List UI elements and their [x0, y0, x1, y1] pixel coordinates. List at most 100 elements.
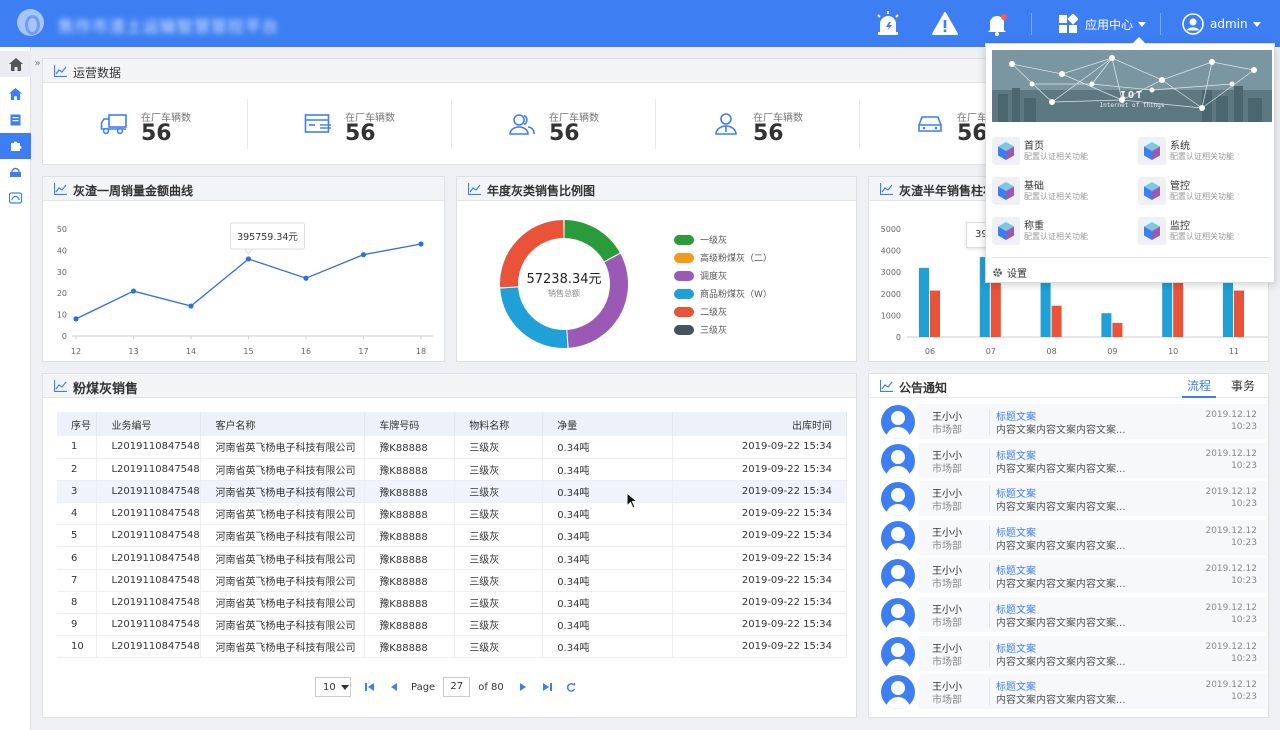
notice-item[interactable]: 王小小 市场部 标题文案 内容文案内容文案内容文案... 2019.12.12 10:23: [877, 558, 1267, 594]
notice-item[interactable]: 王小小 市场部 标题文案 内容文案内容文案内容文案... 2019.12.12 10:23: [877, 519, 1267, 556]
page-input[interactable]: 27: [443, 677, 471, 697]
table-row[interactable]: 10 L2019110847548 河南省英飞杨电子科技有限公司 豫K88888 三级灰…: [57, 635, 847, 659]
nav-plugins[interactable]: [0, 133, 31, 159]
table-row[interactable]: 6 L2019110847548 河南省英飞杨电子科技有限公司 豫K88888 三级灰 0…: [57, 546, 847, 570]
bar[interactable]: [1101, 313, 1112, 337]
page-size-select[interactable]: 10: [315, 677, 351, 697]
bar[interactable]: [1173, 278, 1184, 337]
bar[interactable]: [1234, 290, 1244, 337]
bar[interactable]: [990, 278, 1001, 337]
table-row[interactable]: 9 L2019110847548 河南省英飞杨电子科技有限公司 豫K88888 三级灰 0…: [57, 613, 847, 637]
table-cell: L2019110847548: [96, 436, 202, 459]
notice-dept: 市场部: [932, 618, 962, 629]
app-center-button[interactable]: 应用中心: [1058, 12, 1147, 36]
line-point[interactable]: [360, 252, 367, 258]
table-cell: 豫K88888: [364, 502, 456, 526]
legend-item[interactable]: 二级灰: [674, 305, 727, 318]
table-cell: 三级灰: [454, 569, 544, 592]
line-point[interactable]: [245, 256, 252, 262]
settings-button[interactable]: 设置: [992, 265, 1027, 280]
notice-date: 2019.12.12: [1205, 487, 1257, 498]
legend-label: 高级粉煤灰（二）: [700, 254, 773, 264]
pagination: 10 Page 27 of 80: [315, 676, 576, 698]
notice-item[interactable]: 王小小 市场部 标题文案 内容文案内容文案内容文案... 2019.12.12 10:23: [877, 404, 1267, 440]
prev-page-button[interactable]: [389, 681, 399, 693]
notice-divider: [989, 640, 990, 667]
app-tile-0[interactable]: 首页 配置认证相关功能: [986, 136, 1126, 166]
table-column-header: 车牌号码: [364, 412, 456, 436]
y-tick-label: 4000: [881, 247, 901, 256]
line-point[interactable]: [130, 288, 137, 294]
bar[interactable]: [1112, 322, 1123, 337]
legend-item[interactable]: 商品粉煤灰（W）: [674, 287, 772, 300]
app-tile-2[interactable]: 基础 配置认证相关功能: [986, 176, 1126, 206]
last-page-button[interactable]: [542, 681, 552, 693]
line-point[interactable]: [73, 316, 79, 322]
table-row[interactable]: 3 L2019110847548 河南省英飞杨电子科技有限公司 豫K88888 三级灰 0…: [57, 480, 847, 504]
legend-item[interactable]: 一级灰: [674, 233, 727, 246]
table-cell: 河南省英飞杨电子科技有限公司: [200, 502, 366, 526]
table-cell: 0.34吨: [542, 546, 674, 570]
next-page-button[interactable]: [518, 681, 528, 693]
table-cell: 河南省英飞杨电子科技有限公司: [200, 635, 366, 659]
donut-slice[interactable]: [564, 220, 620, 262]
page-label: Page: [411, 681, 436, 693]
app-desc: 配置认证相关功能: [1170, 192, 1234, 201]
refresh-button[interactable]: [566, 681, 576, 693]
bell-icon[interactable]: [983, 10, 1011, 38]
line-point[interactable]: [188, 303, 194, 309]
app-tile-3[interactable]: 管控 配置认证相关功能: [1132, 176, 1272, 206]
x-tick-label: 16: [301, 347, 311, 356]
user-menu[interactable]: admin: [1182, 12, 1261, 36]
line-point[interactable]: [418, 241, 424, 247]
legend-item[interactable]: 调度灰: [674, 269, 727, 282]
notice-item[interactable]: 王小小 市场部 标题文案 内容文案内容文案内容文案... 2019.12.12 10:23: [877, 481, 1267, 517]
table-cell: 三级灰: [454, 480, 544, 504]
stat-value: 56: [345, 121, 376, 146]
table-row[interactable]: 2 L2019110847548 河南省英飞杨电子科技有限公司 豫K88888 三级灰 0…: [57, 458, 847, 481]
legend-item[interactable]: 三级灰: [674, 323, 727, 336]
table-row[interactable]: 8 L2019110847548 河南省英飞杨电子科技有限公司 豫K88888 三级灰 0…: [57, 591, 847, 615]
bar[interactable]: [919, 267, 929, 337]
table-cell: 8: [57, 591, 98, 615]
x-tick-label: 15: [243, 347, 253, 356]
app-tile-1[interactable]: 系统 配置认证相关功能: [1132, 136, 1272, 166]
first-page-button[interactable]: [365, 681, 375, 693]
table-cell: 2019-09-22 15:34: [672, 569, 847, 592]
tab-affairs[interactable]: 事务: [1226, 376, 1260, 398]
nav-scale[interactable]: [0, 159, 31, 185]
legend-label: 二级灰: [700, 308, 728, 318]
notice-time: 10:23: [1231, 499, 1257, 510]
nav-documents[interactable]: [0, 107, 31, 133]
notice-item[interactable]: 王小小 市场部 标题文案 内容文案内容文案内容文案... 2019.12.12 10:23: [877, 635, 1267, 672]
line-point[interactable]: [303, 275, 309, 281]
nav-home[interactable]: [0, 81, 31, 107]
iot-banner-title: IOT: [1119, 90, 1145, 101]
nav-home-top[interactable]: [0, 51, 31, 77]
table-row[interactable]: 5 L2019110847548 河南省英飞杨电子科技有限公司 豫K88888 三级灰 0…: [57, 524, 847, 548]
table-cell: 0.34吨: [542, 436, 674, 459]
bar[interactable]: [930, 290, 940, 337]
table-cell: 河南省英飞杨电子科技有限公司: [200, 458, 366, 481]
table-row[interactable]: 1 L2019110847548 河南省英飞杨电子科技有限公司 豫K88888 三级灰 0…: [57, 436, 847, 459]
bar[interactable]: [1051, 305, 1062, 337]
nav-gauge[interactable]: [0, 185, 31, 211]
notice-item[interactable]: 王小小 市场部 标题文案 内容文案内容文案内容文案... 2019.12.12 10:23: [877, 442, 1267, 479]
donut-header: 年度灰类销售比例图: [457, 177, 856, 201]
warning-icon[interactable]: [931, 10, 959, 38]
stat-value: 56: [957, 121, 988, 146]
line-series: [75, 243, 422, 320]
tab-workflow[interactable]: 流程: [1181, 376, 1216, 398]
table-row[interactable]: 4 L2019110847548 河南省英飞杨电子科技有限公司 豫K88888 三级灰 0…: [57, 502, 847, 526]
notice-item[interactable]: 王小小 市场部 标题文案 内容文案内容文案内容文案... 2019.12.12 10:23: [877, 674, 1267, 710]
app-tile-4[interactable]: 称重 配置认证相关功能: [986, 216, 1126, 246]
puzzle-icon: [10, 141, 21, 151]
cube-icon: [1138, 217, 1166, 245]
avatar: [881, 443, 915, 478]
cube-icon: [1138, 137, 1166, 165]
legend-item[interactable]: 高级粉煤灰（二）: [674, 251, 772, 264]
app-tile-5[interactable]: 监控 配置认证相关功能: [1132, 216, 1272, 246]
table-row[interactable]: 7 L2019110847548 河南省英飞杨电子科技有限公司 豫K88888 三级灰 0…: [57, 569, 847, 592]
alarm-icon[interactable]: [874, 10, 902, 38]
notice-item[interactable]: 王小小 市场部 标题文案 内容文案内容文案内容文案... 2019.12.12 10:23: [877, 597, 1267, 633]
